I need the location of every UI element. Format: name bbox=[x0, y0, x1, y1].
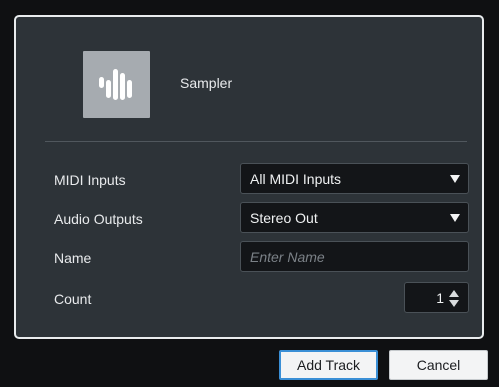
midi-inputs-value: All MIDI Inputs bbox=[250, 171, 342, 187]
add-track-button[interactable]: Add Track bbox=[279, 350, 378, 380]
midi-inputs-label: MIDI Inputs bbox=[54, 172, 126, 188]
dropdown-arrow-icon bbox=[450, 175, 460, 183]
add-track-dialog: Sampler MIDI Inputs All MIDI Inputs Audi… bbox=[0, 0, 499, 387]
count-stepper[interactable]: 1 bbox=[404, 282, 469, 313]
stepper-down-icon[interactable] bbox=[449, 300, 459, 307]
name-label: Name bbox=[54, 250, 92, 266]
dropdown-arrow-icon bbox=[450, 214, 460, 222]
name-input[interactable] bbox=[240, 241, 469, 272]
cancel-button[interactable]: Cancel bbox=[389, 350, 488, 380]
count-label: Count bbox=[54, 291, 92, 307]
track-type-label: Sampler bbox=[180, 75, 233, 91]
divider bbox=[45, 141, 467, 142]
track-settings-panel: Sampler MIDI Inputs All MIDI Inputs Audi… bbox=[14, 15, 484, 339]
midi-inputs-select[interactable]: All MIDI Inputs bbox=[240, 163, 469, 194]
count-value: 1 bbox=[436, 290, 444, 306]
sampler-waveform-icon bbox=[83, 51, 150, 118]
stepper-up-icon[interactable] bbox=[449, 290, 459, 297]
audio-outputs-value: Stereo Out bbox=[250, 210, 318, 226]
audio-outputs-select[interactable]: Stereo Out bbox=[240, 202, 469, 233]
audio-outputs-label: Audio Outputs bbox=[54, 211, 143, 227]
